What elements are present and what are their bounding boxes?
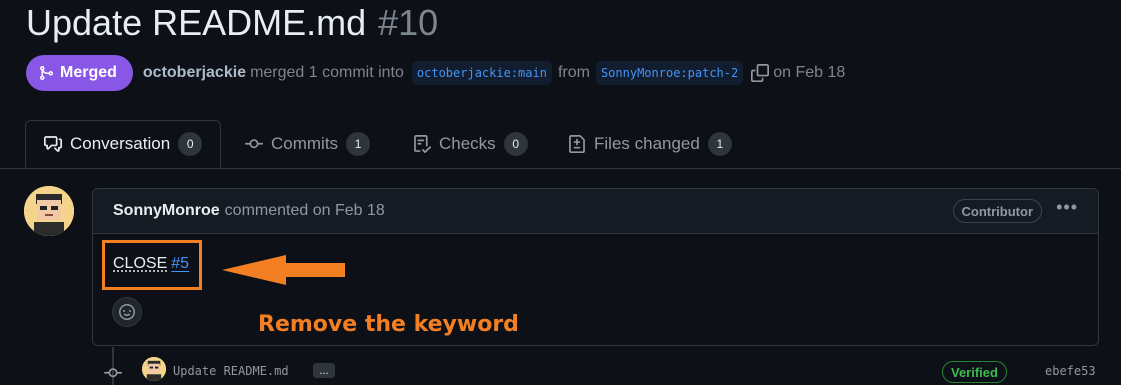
git-merge-icon (40, 66, 54, 80)
file-diff-icon (569, 135, 585, 153)
avatar[interactable] (24, 186, 74, 236)
tab-commits[interactable]: Commits 1 (245, 120, 371, 168)
commit-expand-button[interactable]: ... (313, 363, 335, 378)
merge-date: on Feb 18 (773, 64, 846, 81)
tab-conversation[interactable]: Conversation 0 (25, 120, 222, 168)
tab-files-changed-count: 1 (707, 132, 732, 156)
comment-author-link[interactable]: SonnyMonroe (113, 202, 220, 220)
merged-label: Merged (60, 64, 117, 81)
commit-message-link[interactable]: Update README.md (173, 364, 289, 378)
merged-badge: Merged (26, 55, 133, 91)
commit-sha-link[interactable]: ebefe53 (1045, 364, 1096, 378)
pr-number: #10 (378, 2, 439, 43)
tab-commits-label: Commits (271, 134, 339, 153)
tab-conversation-label: Conversation (70, 134, 171, 153)
annotation-arrow (222, 255, 345, 285)
tab-commits-count: 1 (346, 132, 371, 156)
git-commit-icon (245, 139, 263, 149)
from-text: from (557, 64, 590, 81)
merge-author-link[interactable]: octoberjackie (143, 64, 246, 82)
tab-checks[interactable]: Checks 0 (413, 120, 528, 168)
pr-tabs: Conversation 0 Commits 1 Checks 0 Files … (0, 120, 1121, 169)
copy-icon[interactable] (751, 64, 770, 82)
annotation-highlight-box (102, 240, 202, 290)
add-reaction-button[interactable] (112, 297, 142, 327)
head-branch[interactable]: SonnyMonroe:patch-2 (595, 61, 744, 85)
comment-meta[interactable]: commented on Feb 18 (225, 202, 385, 220)
smiley-icon (119, 304, 135, 320)
comment-menu-button[interactable]: ••• (1056, 197, 1078, 218)
comment-discussion-icon (44, 136, 62, 152)
pr-title-row: Update README.md #10 (26, 2, 438, 46)
pr-meta: Merged octoberjackie merged 1 commit int… (26, 55, 845, 91)
tab-files-changed-label: Files changed (594, 134, 700, 153)
verified-badge[interactable]: Verified (942, 361, 1007, 383)
contributor-badge: Contributor (952, 199, 1042, 223)
tab-checks-label: Checks (439, 134, 496, 153)
comment-header: SonnyMonroe commented on Feb 18 Contribu… (93, 189, 1098, 234)
commit-author-avatar[interactable] (142, 357, 166, 381)
annotation-text: Remove the keyword (258, 312, 519, 337)
tab-files-changed[interactable]: Files changed 1 (568, 120, 732, 168)
merged-text: merged 1 commit into (250, 64, 404, 81)
tab-checks-count: 0 (503, 132, 528, 156)
tab-conversation-count: 0 (178, 132, 203, 156)
base-branch[interactable]: octoberjackie:main (411, 61, 552, 85)
git-commit-icon (104, 368, 122, 378)
checklist-icon (414, 135, 431, 153)
pr-title: Update README.md (26, 2, 367, 43)
